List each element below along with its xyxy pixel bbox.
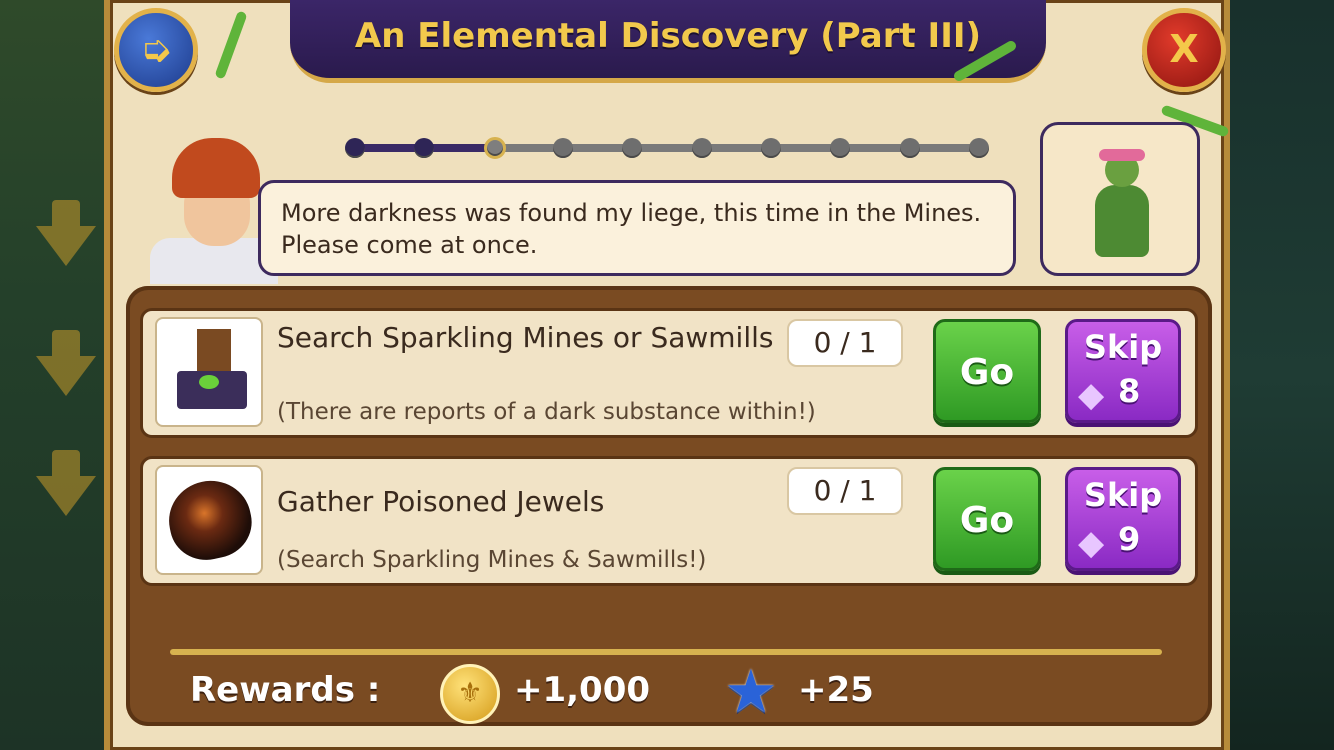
rewards-label: Rewards : <box>190 670 381 710</box>
progress-step <box>622 138 643 158</box>
speech-bubble: More darkness was found my liege, this t… <box>258 180 1016 276</box>
task-progress-counter: 0 / 1 <box>787 467 903 515</box>
quest-progress-track <box>345 137 989 159</box>
go-label: Go <box>959 500 1015 541</box>
down-arrow-icon <box>36 200 96 270</box>
task-thumbnail <box>155 317 263 427</box>
progress-step <box>899 138 920 158</box>
gem-icon: ◆ <box>1078 375 1105 415</box>
skip-cost: 9 <box>1118 520 1141 558</box>
back-arrow-icon: ➭ <box>140 27 172 71</box>
skip-button[interactable]: Skip ◆ 9 <box>1065 467 1181 571</box>
task-title: Search Sparkling Mines or Sawmills <box>277 321 774 354</box>
coin-icon: ⚜ <box>440 664 500 724</box>
task-subtitle: (There are reports of a dark substance w… <box>277 399 816 425</box>
progress-step <box>969 138 989 158</box>
skip-cost: 8 <box>1118 372 1141 410</box>
progress-step <box>553 138 573 158</box>
task-title: Gather Poisoned Jewels <box>277 485 605 518</box>
quest-title: An Elemental Discovery (Part III) <box>354 16 982 56</box>
down-arrow-icon <box>36 330 96 400</box>
go-button[interactable]: Go <box>933 467 1041 571</box>
task-thumbnail <box>155 465 263 575</box>
rewards-divider <box>170 649 1162 655</box>
progress-step <box>761 138 781 158</box>
task-progress-counter: 0 / 1 <box>787 319 903 367</box>
close-icon: X <box>1169 27 1199 71</box>
coin-reward: +1,000 <box>514 670 651 710</box>
go-label: Go <box>959 352 1015 393</box>
task-subtitle: (Search Sparkling Mines & Sawmills!) <box>277 547 707 573</box>
skip-label: Skip <box>1083 328 1163 366</box>
background-left <box>0 0 110 750</box>
dryad-character <box>1093 149 1151 257</box>
gem-icon: ◆ <box>1078 523 1105 563</box>
progress-step <box>414 138 435 158</box>
close-button[interactable]: X <box>1142 8 1226 92</box>
skip-label: Skip <box>1083 476 1163 514</box>
progress-step <box>691 138 712 158</box>
task-row: Search Sparkling Mines or Sawmills (Ther… <box>140 308 1198 438</box>
back-button[interactable]: ➭ <box>114 8 198 92</box>
xp-reward: +25 <box>798 670 874 710</box>
dialog-text: More darkness was found my liege, this t… <box>281 199 982 259</box>
progress-step <box>483 137 506 159</box>
down-arrow-icon <box>36 450 96 520</box>
skip-button[interactable]: Skip ◆ 8 <box>1065 319 1181 423</box>
sparkling-mine-icon <box>177 329 247 413</box>
go-button[interactable]: Go <box>933 319 1041 423</box>
background-right <box>1224 0 1334 750</box>
poisoned-jewel-icon <box>161 473 259 567</box>
progress-step <box>830 138 851 158</box>
xp-star-icon: ★ <box>724 657 778 727</box>
progress-step <box>345 138 365 158</box>
task-row: Gather Poisoned Jewels (Search Sparkling… <box>140 456 1198 586</box>
quest-giver-portrait <box>1040 122 1200 276</box>
